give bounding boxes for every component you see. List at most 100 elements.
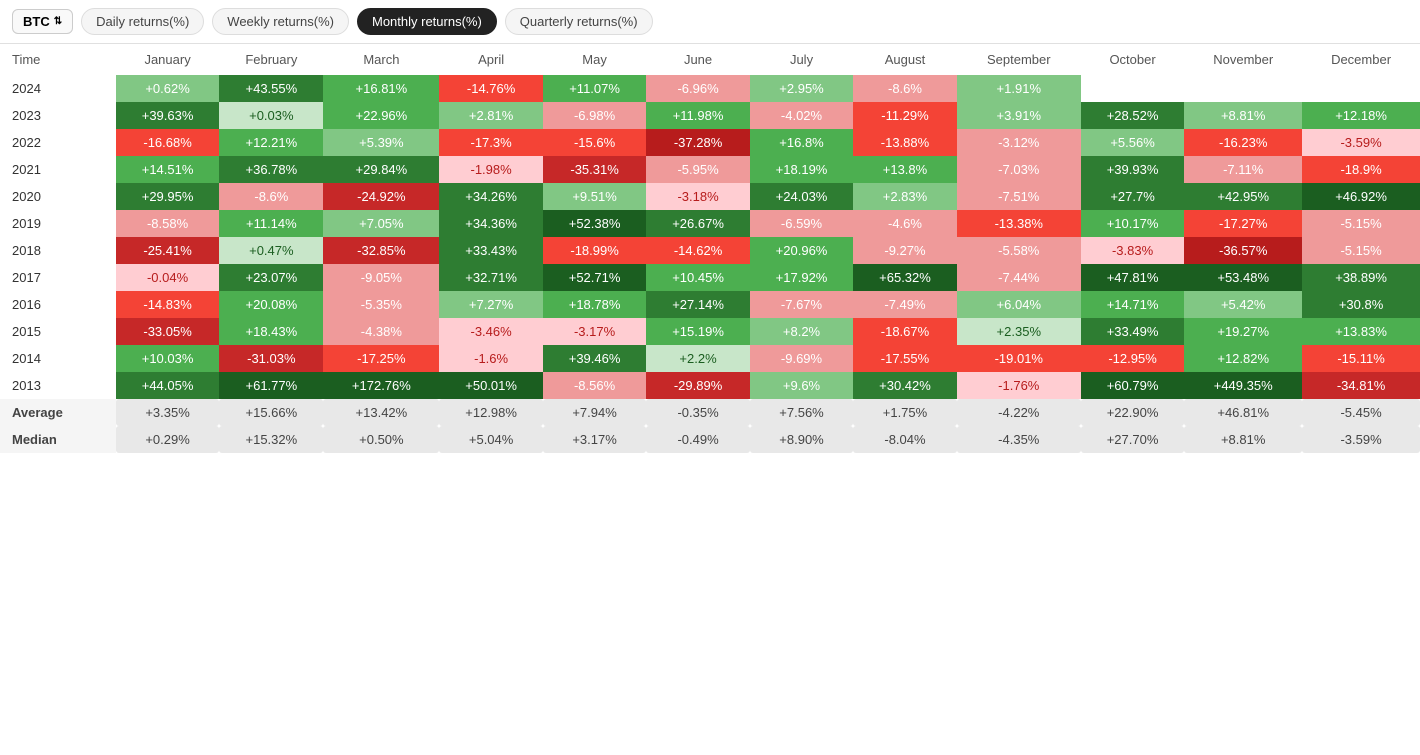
value-cell: +13.8% <box>853 156 956 183</box>
value-cell: -18.99% <box>543 237 646 264</box>
value-cell: +15.19% <box>646 318 749 345</box>
value-cell: -4.22% <box>957 399 1081 426</box>
value-cell: +44.05% <box>116 372 219 399</box>
value-cell: +18.43% <box>219 318 323 345</box>
value-cell: -5.15% <box>1302 237 1420 264</box>
value-cell: +7.05% <box>323 210 439 237</box>
value-cell: -3.46% <box>439 318 542 345</box>
value-cell: +22.96% <box>323 102 439 129</box>
value-cell: +20.08% <box>219 291 323 318</box>
table-container: Time January February March April May Ju… <box>0 44 1420 453</box>
value-cell: -17.3% <box>439 129 542 156</box>
value-cell: +12.21% <box>219 129 323 156</box>
col-time: Time <box>0 44 116 75</box>
col-jan: January <box>116 44 219 75</box>
value-cell: -8.6% <box>219 183 323 210</box>
table-row: 2024+0.62%+43.55%+16.81%-14.76%+11.07%-6… <box>0 75 1420 102</box>
symbol-selector[interactable]: BTC ⇅ <box>12 9 73 34</box>
value-cell: -31.03% <box>219 345 323 372</box>
value-cell: +15.32% <box>219 426 323 453</box>
value-cell: +27.7% <box>1081 183 1184 210</box>
header-row: Time January February March April May Ju… <box>0 44 1420 75</box>
value-cell: +30.8% <box>1302 291 1420 318</box>
value-cell: -0.49% <box>646 426 749 453</box>
value-cell: +22.90% <box>1081 399 1184 426</box>
value-cell: -6.59% <box>750 210 853 237</box>
value-cell: +8.81% <box>1184 426 1302 453</box>
tab-quarterly[interactable]: Quarterly returns(%) <box>505 8 653 35</box>
value-cell: -15.11% <box>1302 345 1420 372</box>
col-feb: February <box>219 44 323 75</box>
value-cell: +14.71% <box>1081 291 1184 318</box>
value-cell <box>1081 75 1184 102</box>
value-cell: +2.95% <box>750 75 853 102</box>
value-cell: -8.6% <box>853 75 956 102</box>
value-cell: +24.03% <box>750 183 853 210</box>
value-cell: -11.29% <box>853 102 956 129</box>
value-cell: +28.52% <box>1081 102 1184 129</box>
value-cell: +61.77% <box>219 372 323 399</box>
value-cell: -3.59% <box>1302 426 1420 453</box>
tab-weekly[interactable]: Weekly returns(%) <box>212 8 349 35</box>
value-cell: -3.17% <box>543 318 646 345</box>
value-cell: +43.55% <box>219 75 323 102</box>
table-row: 2016-14.83%+20.08%-5.35%+7.27%+18.78%+27… <box>0 291 1420 318</box>
table-row: 2013+44.05%+61.77%+172.76%+50.01%-8.56%-… <box>0 372 1420 399</box>
value-cell: -7.67% <box>750 291 853 318</box>
table-row: Average+3.35%+15.66%+13.42%+12.98%+7.94%… <box>0 399 1420 426</box>
table-row: 2023+39.63%+0.03%+22.96%+2.81%-6.98%+11.… <box>0 102 1420 129</box>
value-cell: +46.81% <box>1184 399 1302 426</box>
year-cell: 2014 <box>0 345 116 372</box>
table-row: 2014+10.03%-31.03%-17.25%-1.6%+39.46%+2.… <box>0 345 1420 372</box>
tab-daily[interactable]: Daily returns(%) <box>81 8 204 35</box>
value-cell: +5.56% <box>1081 129 1184 156</box>
value-cell <box>1184 75 1302 102</box>
value-cell: +23.07% <box>219 264 323 291</box>
value-cell: -29.89% <box>646 372 749 399</box>
value-cell: -5.95% <box>646 156 749 183</box>
value-cell: +172.76% <box>323 372 439 399</box>
value-cell: +8.2% <box>750 318 853 345</box>
value-cell: -25.41% <box>116 237 219 264</box>
value-cell: -3.18% <box>646 183 749 210</box>
value-cell: -8.56% <box>543 372 646 399</box>
tab-monthly[interactable]: Monthly returns(%) <box>357 8 497 35</box>
year-cell: Average <box>0 399 116 426</box>
value-cell: -4.6% <box>853 210 956 237</box>
value-cell: +27.70% <box>1081 426 1184 453</box>
value-cell: -7.49% <box>853 291 956 318</box>
symbol-label: BTC <box>23 14 50 29</box>
value-cell: +29.84% <box>323 156 439 183</box>
value-cell: +52.38% <box>543 210 646 237</box>
value-cell: -4.02% <box>750 102 853 129</box>
table-row: 2019-8.58%+11.14%+7.05%+34.36%+52.38%+26… <box>0 210 1420 237</box>
value-cell: -4.35% <box>957 426 1081 453</box>
value-cell: -14.62% <box>646 237 749 264</box>
value-cell: -33.05% <box>116 318 219 345</box>
value-cell: -35.31% <box>543 156 646 183</box>
value-cell: -14.76% <box>439 75 542 102</box>
value-cell: -16.68% <box>116 129 219 156</box>
value-cell: +3.91% <box>957 102 1081 129</box>
value-cell: +39.93% <box>1081 156 1184 183</box>
value-cell: +2.35% <box>957 318 1081 345</box>
col-dec: December <box>1302 44 1420 75</box>
value-cell: -14.83% <box>116 291 219 318</box>
value-cell: +16.8% <box>750 129 853 156</box>
value-cell: +26.67% <box>646 210 749 237</box>
value-cell: +60.79% <box>1081 372 1184 399</box>
value-cell: +39.63% <box>116 102 219 129</box>
value-cell: +65.32% <box>853 264 956 291</box>
value-cell: -3.12% <box>957 129 1081 156</box>
value-cell: +9.6% <box>750 372 853 399</box>
value-cell: +18.78% <box>543 291 646 318</box>
value-cell: -34.81% <box>1302 372 1420 399</box>
value-cell <box>1302 75 1420 102</box>
year-cell: 2020 <box>0 183 116 210</box>
value-cell: -16.23% <box>1184 129 1302 156</box>
value-cell: -8.58% <box>116 210 219 237</box>
col-jun: June <box>646 44 749 75</box>
value-cell: +34.26% <box>439 183 542 210</box>
col-mar: March <box>323 44 439 75</box>
year-cell: 2013 <box>0 372 116 399</box>
